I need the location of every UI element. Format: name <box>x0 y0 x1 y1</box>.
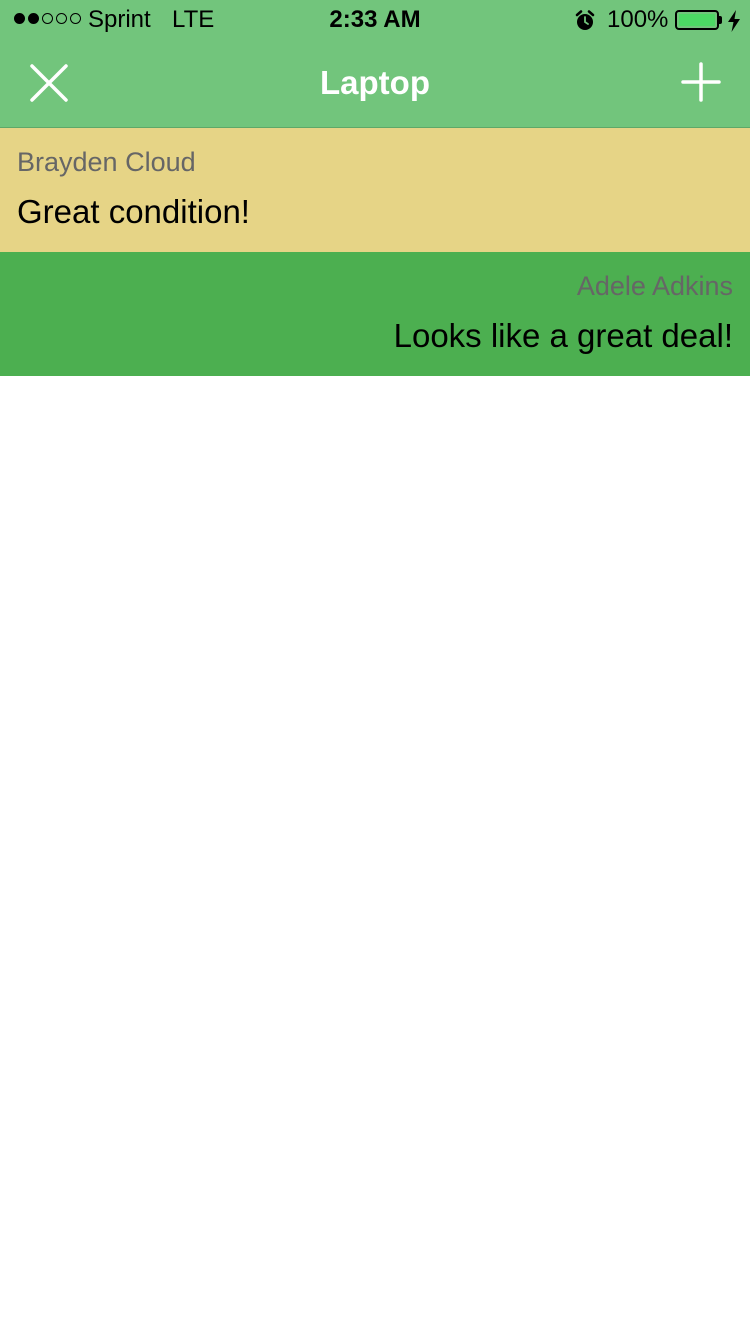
alarm-clock-icon <box>575 10 595 30</box>
message-list: Brayden Cloud Great condition! Adele Adk… <box>0 128 750 376</box>
plus-icon[interactable] <box>681 62 721 102</box>
battery-nub <box>719 16 722 24</box>
message-item[interactable]: Adele Adkins Looks like a great deal! <box>0 252 750 376</box>
battery-icon <box>675 10 719 30</box>
bolt-icon <box>728 10 740 32</box>
header: Sprint LTE 2:33 AM 100% Laptop <box>0 0 750 128</box>
message-text: Great condition! <box>17 193 250 230</box>
message-author: Brayden Cloud <box>17 147 196 177</box>
status-bar: Sprint LTE 2:33 AM 100% <box>0 0 750 40</box>
battery-level <box>679 14 715 26</box>
message-author: Adele Adkins <box>576 271 733 301</box>
battery-percent: 100% <box>607 6 669 33</box>
message-text: Looks like a great deal! <box>393 317 733 354</box>
page-title: Laptop <box>320 64 430 101</box>
message-item[interactable]: Brayden Cloud Great condition! <box>0 128 750 252</box>
